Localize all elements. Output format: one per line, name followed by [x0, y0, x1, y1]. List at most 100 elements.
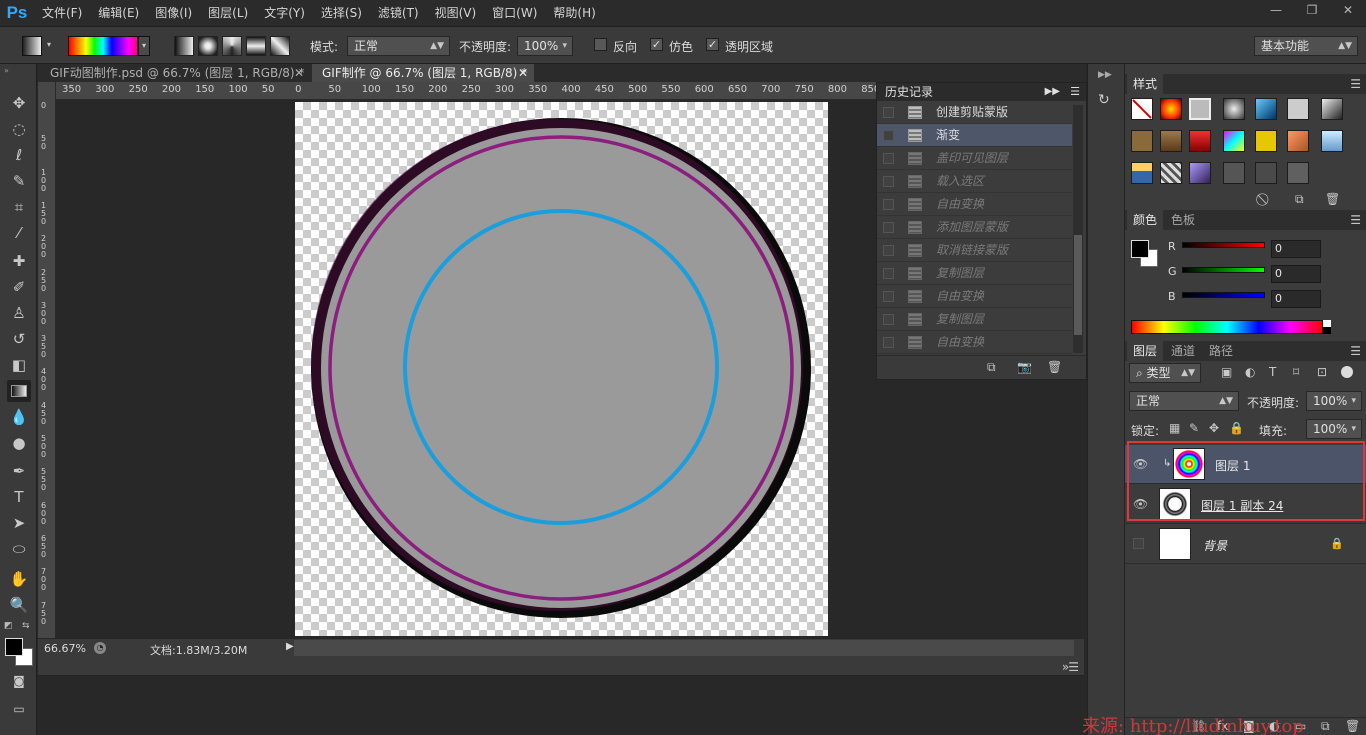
document-canvas[interactable]	[295, 102, 828, 636]
status-menu-arrow-icon[interactable]: ▶	[286, 641, 294, 652]
layer-name[interactable]: 背景	[1203, 537, 1227, 554]
transparency-checkbox[interactable]: ✓	[706, 38, 719, 51]
swap-colors-icon[interactable]: ⇆	[22, 621, 30, 631]
history-brush-tool-icon[interactable]: ↺	[7, 328, 31, 350]
history-item[interactable]: 自由变换	[877, 285, 1072, 308]
menu-item-layer[interactable]: 图层(L)	[200, 0, 256, 26]
trash-icon[interactable]: 🗑	[1325, 192, 1340, 206]
style-swatch[interactable]	[1131, 130, 1153, 152]
history-source-checkbox[interactable]	[883, 268, 894, 279]
blend-mode-dropdown[interactable]: 正常 ▲▼	[1129, 391, 1239, 411]
style-none[interactable]	[1131, 98, 1153, 120]
diamond-gradient-button[interactable]	[270, 36, 290, 56]
angle-gradient-button[interactable]	[222, 36, 242, 56]
collapse-arrows-icon[interactable]: »	[4, 66, 9, 75]
b-slider[interactable]	[1182, 292, 1265, 298]
style-swatch[interactable]	[1321, 130, 1343, 152]
trash-icon[interactable]: 🗑	[1345, 719, 1360, 733]
filter-toggle-icon[interactable]	[1341, 366, 1353, 378]
lock-transparent-icon[interactable]: ▦	[1169, 421, 1180, 435]
style-swatch[interactable]	[1287, 130, 1309, 152]
tab-color[interactable]: 颜色	[1127, 210, 1164, 230]
radial-gradient-button[interactable]	[198, 36, 218, 56]
reverse-checkbox[interactable]	[594, 38, 607, 51]
mode-dropdown[interactable]: 正常 ▲▼	[347, 36, 450, 56]
linear-gradient-button[interactable]	[174, 36, 194, 56]
close-icon[interactable]: ✕	[518, 64, 528, 82]
crop-tool-icon[interactable]: ⌗	[7, 196, 31, 218]
history-item[interactable]: 复制图层	[877, 262, 1072, 285]
restore-button[interactable]: ❐	[1294, 0, 1330, 20]
style-swatch[interactable]	[1223, 98, 1245, 120]
eraser-tool-icon[interactable]: ◧	[7, 354, 31, 376]
marquee-tool-icon[interactable]: ◌	[7, 118, 31, 140]
default-colors-icon[interactable]: ◩	[4, 621, 13, 631]
g-value[interactable]: 0	[1271, 265, 1321, 283]
pen-tool-icon[interactable]: ✒	[7, 460, 31, 482]
lock-pixels-icon[interactable]: ✎	[1189, 421, 1199, 435]
gradient-picker-arrow-icon[interactable]: ▾	[138, 36, 150, 56]
tab-layers[interactable]: 图层	[1127, 341, 1164, 361]
new-document-icon[interactable]: ⧉	[987, 360, 996, 375]
minimize-button[interactable]: —	[1258, 0, 1294, 20]
panel-menu-icon[interactable]: ☰	[1350, 213, 1361, 227]
menu-item-filter[interactable]: 滤镜(T)	[370, 0, 427, 26]
tab-swatches[interactable]: 色板	[1165, 210, 1201, 230]
style-swatch[interactable]	[1255, 130, 1277, 152]
eyedropper-tool-icon[interactable]: ⁄	[7, 222, 31, 244]
panel-menu-icon[interactable]: ☰	[1070, 83, 1080, 101]
zoom-tool-icon[interactable]: 🔍	[7, 594, 31, 616]
status-info-icon[interactable]: ◔	[94, 642, 106, 654]
zoom-level[interactable]: 66.67%	[44, 642, 86, 655]
path-selection-tool-icon[interactable]: ➤	[7, 512, 31, 534]
brush-tool-icon[interactable]: ✐	[7, 276, 31, 298]
clone-stamp-tool-icon[interactable]: ♙	[7, 302, 31, 324]
gradient-tool-icon[interactable]	[7, 380, 31, 402]
horizontal-scrollbar[interactable]	[294, 640, 1074, 656]
black-white-ramp[interactable]	[1323, 320, 1331, 334]
type-filter-icon[interactable]: T	[1269, 365, 1276, 379]
tab-styles[interactable]: 样式	[1127, 74, 1164, 94]
style-swatch[interactable]	[1189, 130, 1211, 152]
history-scrollbar[interactable]	[1073, 105, 1083, 353]
history-item[interactable]: 盖印可见图层	[877, 147, 1072, 170]
smart-object-filter-icon[interactable]: ⊡	[1317, 365, 1327, 379]
adjustment-filter-icon[interactable]: ◐	[1245, 365, 1255, 379]
menu-item-help[interactable]: 帮助(H)	[545, 0, 603, 26]
history-source-checkbox[interactable]	[883, 107, 894, 118]
menu-item-window[interactable]: 窗口(W)	[484, 0, 545, 26]
tab-paths[interactable]: 路径	[1203, 341, 1239, 361]
history-panel-icon[interactable]: ↻	[1098, 92, 1118, 112]
g-slider[interactable]	[1182, 267, 1265, 273]
expand-icon[interactable]: ▶▶	[1098, 70, 1112, 80]
style-swatch[interactable]	[1189, 162, 1211, 184]
history-item[interactable]: 载入选区	[877, 170, 1072, 193]
type-tool-icon[interactable]: T	[7, 486, 31, 508]
quick-selection-tool-icon[interactable]: ✎	[7, 170, 31, 192]
panel-menu-icon[interactable]: ☰	[1350, 344, 1361, 358]
history-item[interactable]: 自由变换	[877, 331, 1072, 354]
history-source-checkbox[interactable]	[883, 130, 894, 141]
menu-item-file[interactable]: 文件(F)	[34, 0, 90, 26]
snapshot-camera-icon[interactable]: 📷	[1017, 360, 1032, 374]
menu-item-edit[interactable]: 编辑(E)	[90, 0, 147, 26]
tab-gif-psd[interactable]: GIF动图制作.psd @ 66.7% (图层 1, RGB/8) * ✕	[40, 64, 310, 82]
menu-item-select[interactable]: 选择(S)	[313, 0, 370, 26]
layer-row-background[interactable]: 背景 🔒	[1125, 525, 1366, 564]
gradient-picker[interactable]	[68, 36, 138, 56]
shape-filter-icon[interactable]: ⌑	[1293, 365, 1299, 379]
workspace-dropdown[interactable]: 基本功能 ▲▼	[1254, 36, 1358, 56]
r-slider[interactable]	[1182, 242, 1265, 248]
history-source-checkbox[interactable]	[883, 337, 894, 348]
healing-brush-tool-icon[interactable]: ✚	[7, 250, 31, 272]
lock-all-icon[interactable]: 🔒	[1229, 421, 1244, 435]
history-item[interactable]: 取消链接蒙版	[877, 239, 1072, 262]
style-swatch[interactable]	[1287, 162, 1309, 184]
trash-icon[interactable]: 🗑	[1047, 360, 1062, 374]
style-swatch[interactable]	[1223, 130, 1245, 152]
menu-item-view[interactable]: 视图(V)	[427, 0, 485, 26]
history-source-checkbox[interactable]	[883, 314, 894, 325]
hand-tool-icon[interactable]: ✋	[7, 568, 31, 590]
dither-checkbox[interactable]: ✓	[650, 38, 663, 51]
style-swatch[interactable]	[1287, 98, 1309, 120]
